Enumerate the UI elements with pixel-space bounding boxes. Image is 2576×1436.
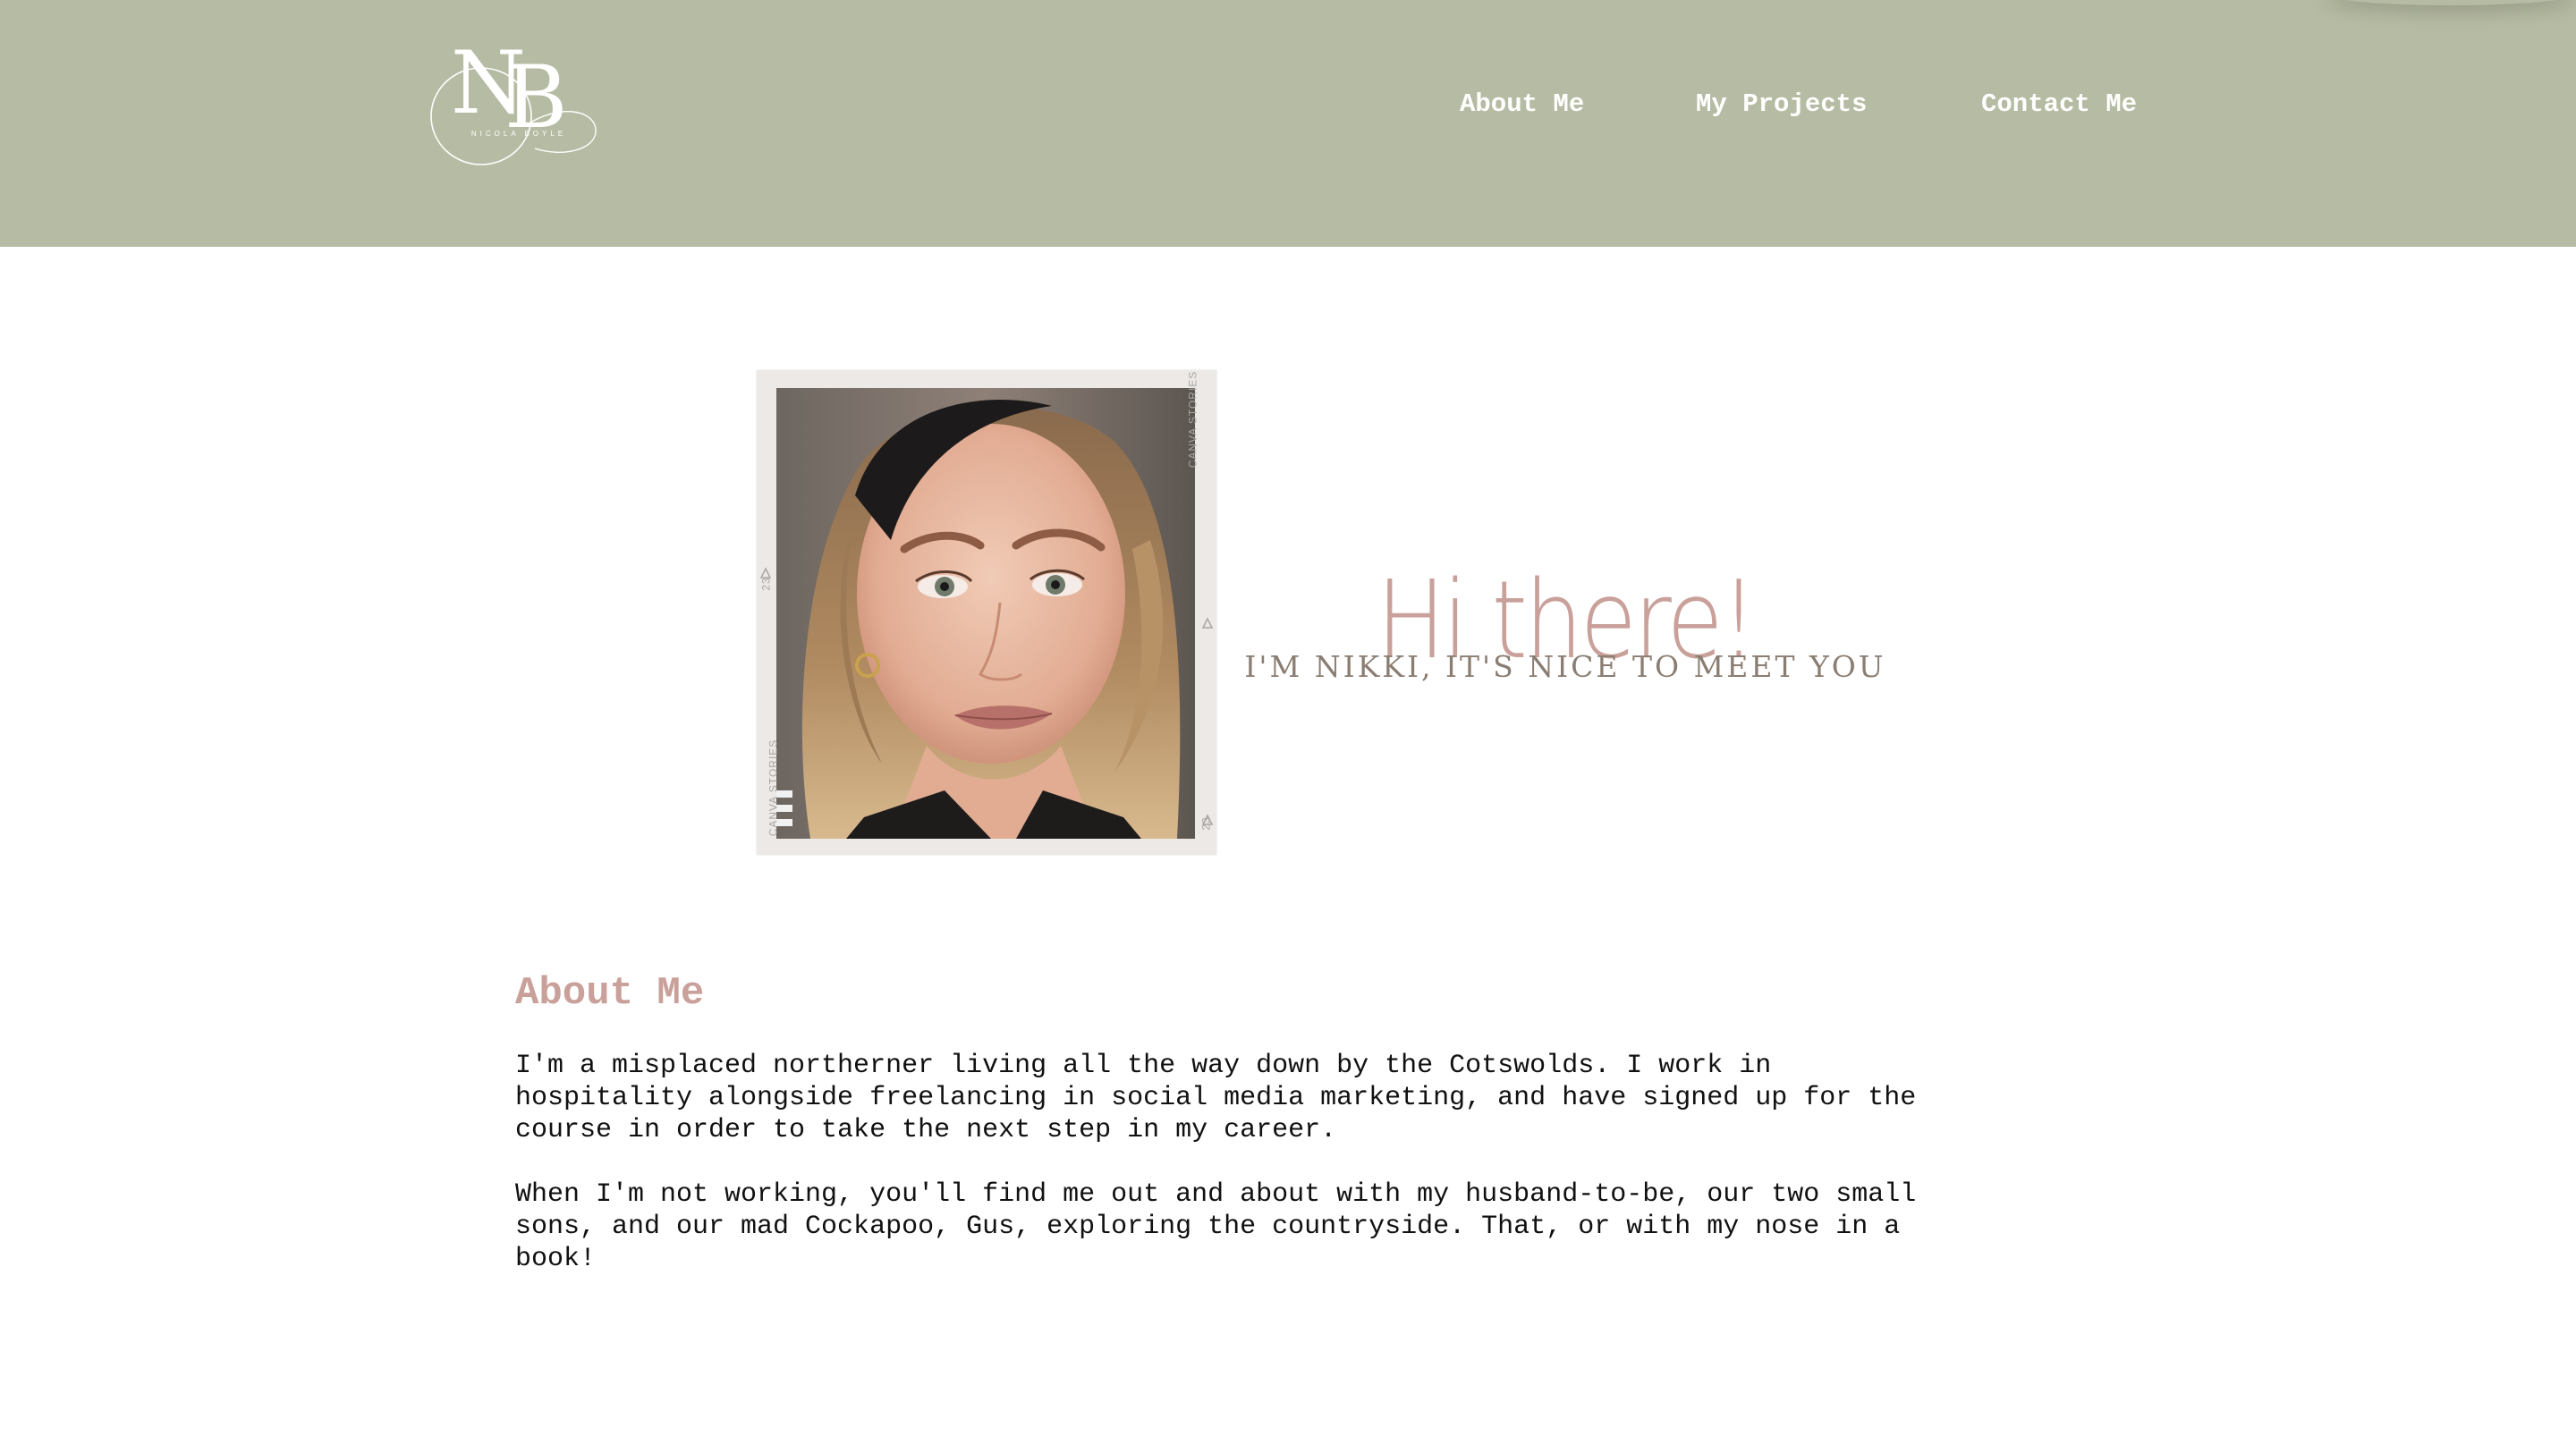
hero-subtitle: I'M NIKKI, IT'S NICE TO MEET YOU xyxy=(1244,649,1886,684)
nav-contact-me[interactable]: Contact Me xyxy=(1981,89,2137,119)
about-paragraph-2: When I'm not working, you'll find me out… xyxy=(515,1179,1917,1274)
site-header: N B NICOLA BOYLE About Me My Projects Co… xyxy=(0,0,2576,247)
about-heading: About Me xyxy=(515,971,705,1016)
logo-caption: NICOLA BOYLE xyxy=(470,130,567,138)
nav-my-projects[interactable]: My Projects xyxy=(1696,89,1867,119)
nav-about-me[interactable]: About Me xyxy=(1460,89,1584,119)
main-nav: About Me My Projects Contact Me xyxy=(0,89,2576,125)
header-shadow-decoration xyxy=(2326,0,2576,5)
frame-label-right: CANVA STORIES xyxy=(1186,370,1199,469)
profile-photo xyxy=(759,388,1214,839)
profile-photo-frame: CANVA STORIES CANVA STORIES 23 23 xyxy=(757,370,1216,855)
frame-label-left: CANVA STORIES xyxy=(767,739,780,837)
about-paragraph-1: I'm a misplaced northerner living all th… xyxy=(515,1051,1917,1145)
frame-number-right: 23 xyxy=(1199,816,1213,831)
frame-number-left: 23 xyxy=(759,577,773,591)
